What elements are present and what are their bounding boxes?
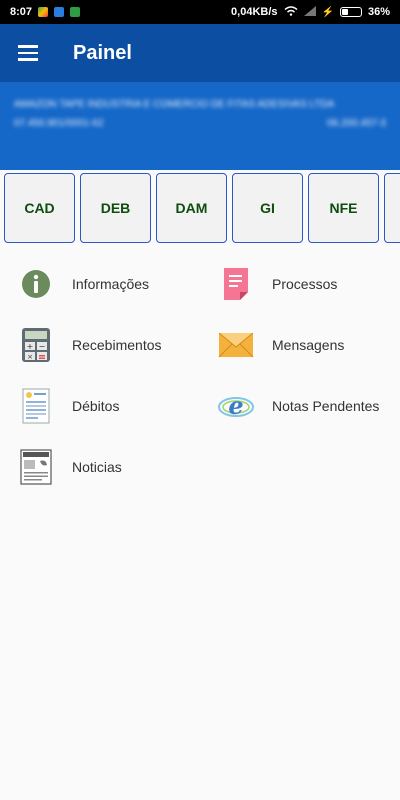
company-registration: 06.200.457-3	[327, 118, 386, 129]
menu-item-label: Informações	[72, 276, 150, 292]
wifi-icon	[284, 5, 298, 19]
calculator-icon: + − ×	[16, 325, 56, 365]
document-icon	[216, 264, 256, 304]
menu-item-mensagens[interactable]: Mensagens	[204, 315, 344, 375]
menu-item-notas-pendentes[interactable]: e Notas Pendentes	[204, 376, 379, 436]
hamburger-menu-icon[interactable]	[0, 24, 56, 82]
shortcut-more-button[interactable]	[384, 173, 400, 243]
play-store-notification-icon	[38, 7, 49, 17]
signal-icon	[303, 5, 316, 19]
page-title: Painel	[73, 41, 132, 64]
shortcut-bar: CAD DEB DAM GI NFE	[0, 170, 400, 250]
menu-item-label: Processos	[272, 276, 338, 292]
newspaper-icon	[16, 447, 56, 487]
menu-item-label: Noticias	[72, 459, 122, 475]
network-speed: 0,04KB/s	[231, 6, 278, 18]
svg-text:×: ×	[27, 353, 33, 361]
menu-item-debitos[interactable]: Débitos	[4, 376, 119, 436]
envelope-icon	[216, 325, 256, 365]
shortcut-gi-button[interactable]: GI	[232, 173, 303, 243]
app-bar: Painel	[0, 24, 400, 82]
menu-item-informacoes[interactable]: Informações	[4, 254, 149, 314]
charging-icon: ⚡	[321, 6, 334, 18]
menu-item-label: Mensagens	[272, 337, 345, 353]
menu-item-label: Notas Pendentes	[272, 398, 380, 414]
info-icon	[16, 264, 56, 304]
svg-text:−: −	[39, 342, 46, 351]
battery-indicator	[339, 7, 362, 17]
status-time: 8:07	[10, 6, 33, 18]
menu-item-recebimentos[interactable]: + − × Recebimentos	[4, 315, 162, 375]
menu-item-processos[interactable]: Processos	[204, 254, 337, 314]
app-notification-icon	[54, 7, 65, 17]
shortcut-nfe-button[interactable]: NFE	[308, 173, 379, 243]
account-banner: AMAZON TAPE INDUSTRIA E COMERCIO DE FITA…	[0, 82, 400, 170]
company-cnpj: 07.450.901/0001-62	[14, 118, 104, 129]
company-name: AMAZON TAPE INDUSTRIA E COMERCIO DE FITA…	[14, 99, 335, 110]
svg-text:e: e	[228, 391, 243, 420]
e-notes-icon: e	[216, 386, 256, 426]
menu-item-label: Recebimentos	[72, 337, 162, 353]
svg-text:+: +	[27, 342, 34, 351]
status-bar: 8:07 0,04KB/s ⚡ 36%	[0, 0, 400, 24]
shortcut-dam-button[interactable]: DAM	[156, 173, 227, 243]
invoice-icon	[16, 386, 56, 426]
call-notification-icon	[70, 7, 81, 17]
menu-item-noticias[interactable]: Noticias	[4, 437, 122, 497]
shortcut-cad-button[interactable]: CAD	[4, 173, 75, 243]
shortcut-deb-button[interactable]: DEB	[80, 173, 151, 243]
battery-percent: 36%	[367, 6, 390, 18]
menu-item-label: Débitos	[72, 398, 120, 414]
